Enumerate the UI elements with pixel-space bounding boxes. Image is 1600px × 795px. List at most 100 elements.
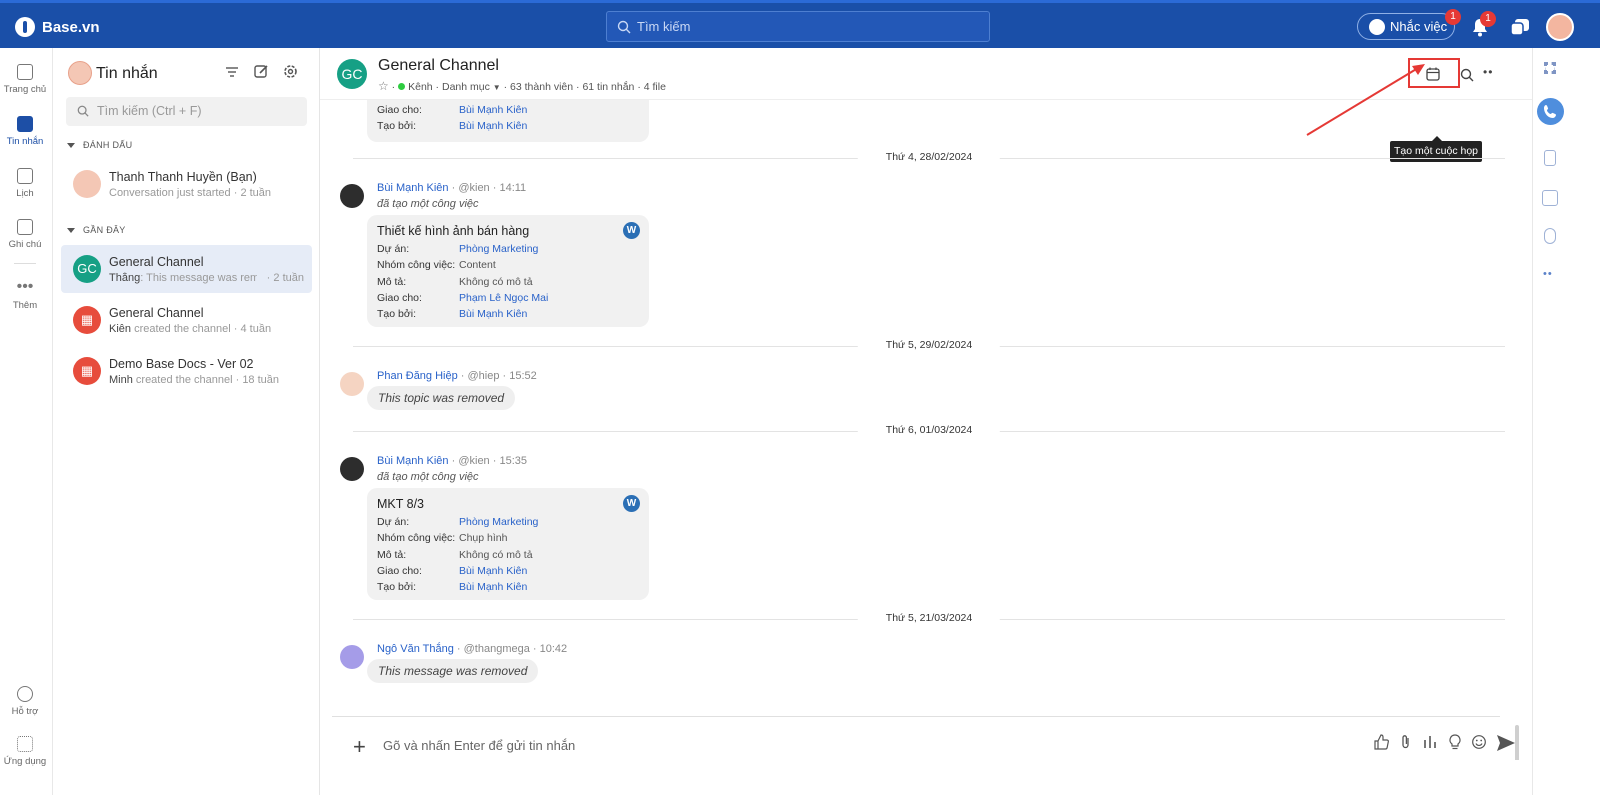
card-row-key: Giao cho: bbox=[377, 292, 422, 304]
meeting-calendar-icon[interactable] bbox=[1426, 67, 1440, 81]
more-icon[interactable]: •• bbox=[1543, 268, 1553, 280]
task-title[interactable]: MKT 8/3 bbox=[377, 497, 424, 511]
sender-name[interactable]: Phan Đăng Hiệp bbox=[377, 370, 458, 382]
phone-icon[interactable] bbox=[1537, 98, 1564, 125]
sender-handle: @kien bbox=[458, 182, 490, 194]
card-row: Giao cho: Bùi Mạnh Kiên bbox=[377, 104, 527, 116]
card-row-value[interactable]: Bùi Mạnh Kiên bbox=[459, 308, 527, 320]
card-row: Giao cho: Bùi Mạnh Kiên bbox=[377, 565, 527, 577]
nav-more[interactable]: ••• Thêm bbox=[0, 278, 50, 312]
conversation-item[interactable]: Thanh Thanh Huyền (Bạn) Conversation jus… bbox=[61, 160, 312, 208]
message-input[interactable]: Gõ và nhấn Enter để gửi tin nhắn bbox=[383, 738, 575, 753]
channel-meta: ☆ · Kênh · Danh mục ▼ · 63 thành viên · … bbox=[378, 79, 666, 93]
more-options-icon[interactable]: •• bbox=[1483, 65, 1493, 79]
sidebar-user-avatar[interactable] bbox=[68, 61, 92, 85]
card-row-value[interactable]: Bùi Mạnh Kiên bbox=[459, 120, 527, 132]
conversation-name: Demo Base Docs - Ver 02 bbox=[109, 357, 254, 371]
message-avatar[interactable] bbox=[340, 645, 364, 669]
star-icon[interactable]: ☆ bbox=[378, 79, 389, 93]
card-row: Dự án: Phòng Marketing bbox=[377, 516, 538, 528]
nav-apps[interactable]: Ứng dụng bbox=[0, 736, 50, 767]
lightbulb-icon[interactable] bbox=[1447, 734, 1465, 752]
category-dropdown[interactable]: Danh mục ▼ bbox=[442, 81, 501, 93]
card-row-value: Content bbox=[459, 259, 496, 271]
sender-handle: @kien bbox=[458, 455, 490, 467]
note-icon bbox=[17, 219, 33, 235]
conversation-sender: Kiên bbox=[109, 323, 132, 335]
chat-bubbles-icon[interactable] bbox=[1510, 18, 1530, 37]
remind-count-badge: 1 bbox=[1445, 9, 1461, 25]
chevron-down-icon: ▼ bbox=[492, 83, 501, 92]
calendar-avatar-icon: ▦ bbox=[73, 357, 101, 385]
card-row: Giao cho: Phạm Lê Ngọc Mai bbox=[377, 292, 548, 304]
sender-name[interactable]: Bùi Mạnh Kiên bbox=[377, 182, 449, 194]
channel-avatar: GC bbox=[337, 59, 367, 89]
card-row-value[interactable]: Phạm Lê Ngọc Mai bbox=[459, 292, 548, 304]
search-icon[interactable] bbox=[1460, 68, 1474, 82]
plus-icon[interactable]: + bbox=[353, 734, 366, 760]
filter-icon[interactable] bbox=[225, 66, 239, 78]
member-count[interactable]: 63 thành viên bbox=[510, 81, 573, 93]
task-card[interactable]: Thiết kế hình ảnh bán hàng W Dự án: Phòng… bbox=[367, 215, 649, 327]
card-row-value[interactable]: Bùi Mạnh Kiên bbox=[459, 104, 527, 116]
message-avatar[interactable] bbox=[340, 184, 364, 208]
more-icon: ••• bbox=[16, 278, 34, 295]
card-row-value[interactable]: Bùi Mạnh Kiên bbox=[459, 581, 527, 593]
conversation-preview-text: : This message was rem... bbox=[140, 272, 257, 284]
attachment-icon[interactable] bbox=[1544, 228, 1556, 244]
notification-count-badge: 1 bbox=[1480, 11, 1496, 27]
nav-divider bbox=[14, 263, 36, 264]
attachment-icon[interactable] bbox=[1398, 734, 1416, 752]
compose-icon[interactable] bbox=[254, 64, 269, 79]
brand-logo[interactable]: Base.vn bbox=[15, 17, 100, 37]
sender-name[interactable]: Ngô Văn Thắng bbox=[377, 643, 454, 655]
message-avatar[interactable] bbox=[340, 372, 364, 396]
nav-notes[interactable]: Ghi chú bbox=[0, 219, 50, 250]
nav-messages[interactable]: Tin nhắn bbox=[0, 116, 50, 147]
conversation-item[interactable]: ▦ Demo Base Docs - Ver 02 Minh created t… bbox=[61, 347, 312, 395]
remind-label: Nhắc việc bbox=[1390, 19, 1448, 34]
sender-name[interactable]: Bùi Mạnh Kiên bbox=[377, 455, 449, 467]
nav-more-label: Thêm bbox=[12, 300, 38, 311]
gear-icon[interactable] bbox=[283, 64, 298, 79]
nav-calendar[interactable]: Lịch bbox=[0, 168, 50, 199]
message-header: Ngô Văn Thắng · @thangmega · 10:42 bbox=[377, 643, 568, 655]
grid-icon[interactable] bbox=[1544, 62, 1556, 74]
card-row-value[interactable]: Phòng Marketing bbox=[459, 516, 538, 528]
thumbs-up-icon[interactable] bbox=[1373, 734, 1391, 752]
task-card[interactable]: MKT 8/3 W Dự án: Phòng Marketing Nhóm côn… bbox=[367, 488, 649, 600]
section-marked[interactable]: ĐÁNH DẤU bbox=[67, 140, 132, 150]
brand-icon bbox=[15, 17, 35, 37]
task-title[interactable]: Thiết kế hình ảnh bán hàng bbox=[377, 224, 529, 238]
card-row: Dự án: Phòng Marketing bbox=[377, 243, 538, 255]
message-avatar[interactable] bbox=[340, 457, 364, 481]
task-card-partial[interactable]: Giao cho: Bùi Mạnh Kiên Tạo bởi: Bùi Mạnh … bbox=[367, 100, 649, 142]
global-search-input[interactable]: Tìm kiếm bbox=[606, 11, 990, 42]
nav-home[interactable]: Trang chủ bbox=[0, 64, 50, 95]
conversation-avatar bbox=[73, 170, 101, 198]
chat-icon bbox=[17, 116, 33, 132]
card-row: Nhóm công việc: Chụp hình bbox=[377, 532, 507, 544]
file-count[interactable]: 4 file bbox=[644, 81, 666, 93]
image-icon[interactable] bbox=[1542, 190, 1558, 206]
remind-button[interactable]: Nhắc việc bbox=[1357, 13, 1455, 40]
poll-icon[interactable] bbox=[1422, 734, 1440, 752]
send-icon[interactable] bbox=[1496, 734, 1516, 757]
conversation-item[interactable]: ▦ General Channel Kiên created the chann… bbox=[61, 296, 312, 344]
message-header: Phan Đăng Hiệp · @hiep · 15:52 bbox=[377, 370, 537, 382]
conversation-item-selected[interactable]: GC General Channel Thắng: This message w… bbox=[61, 245, 312, 293]
section-recent[interactable]: GẦN ĐÂY bbox=[67, 225, 126, 235]
card-row-value[interactable]: Bùi Mạnh Kiên bbox=[459, 565, 527, 577]
emoji-icon[interactable] bbox=[1471, 734, 1489, 752]
card-row-value[interactable]: Phòng Marketing bbox=[459, 243, 538, 255]
user-avatar[interactable] bbox=[1546, 13, 1574, 41]
nav-help[interactable]: Hỗ trợ bbox=[0, 686, 50, 717]
chat-main: GC General Channel ☆ · Kênh · Danh mục ▼… bbox=[320, 48, 1532, 795]
bookmark-icon[interactable] bbox=[1544, 150, 1556, 166]
message-time: 15:52 bbox=[509, 370, 537, 382]
channel-name[interactable]: General Channel bbox=[378, 57, 499, 75]
sidebar-search-input[interactable]: Tìm kiếm (Ctrl + F) bbox=[66, 97, 307, 126]
removed-message: This topic was removed bbox=[367, 386, 516, 410]
message-count: 61 tin nhắn bbox=[582, 81, 635, 93]
conversation-time: 4 tuần bbox=[240, 323, 272, 335]
